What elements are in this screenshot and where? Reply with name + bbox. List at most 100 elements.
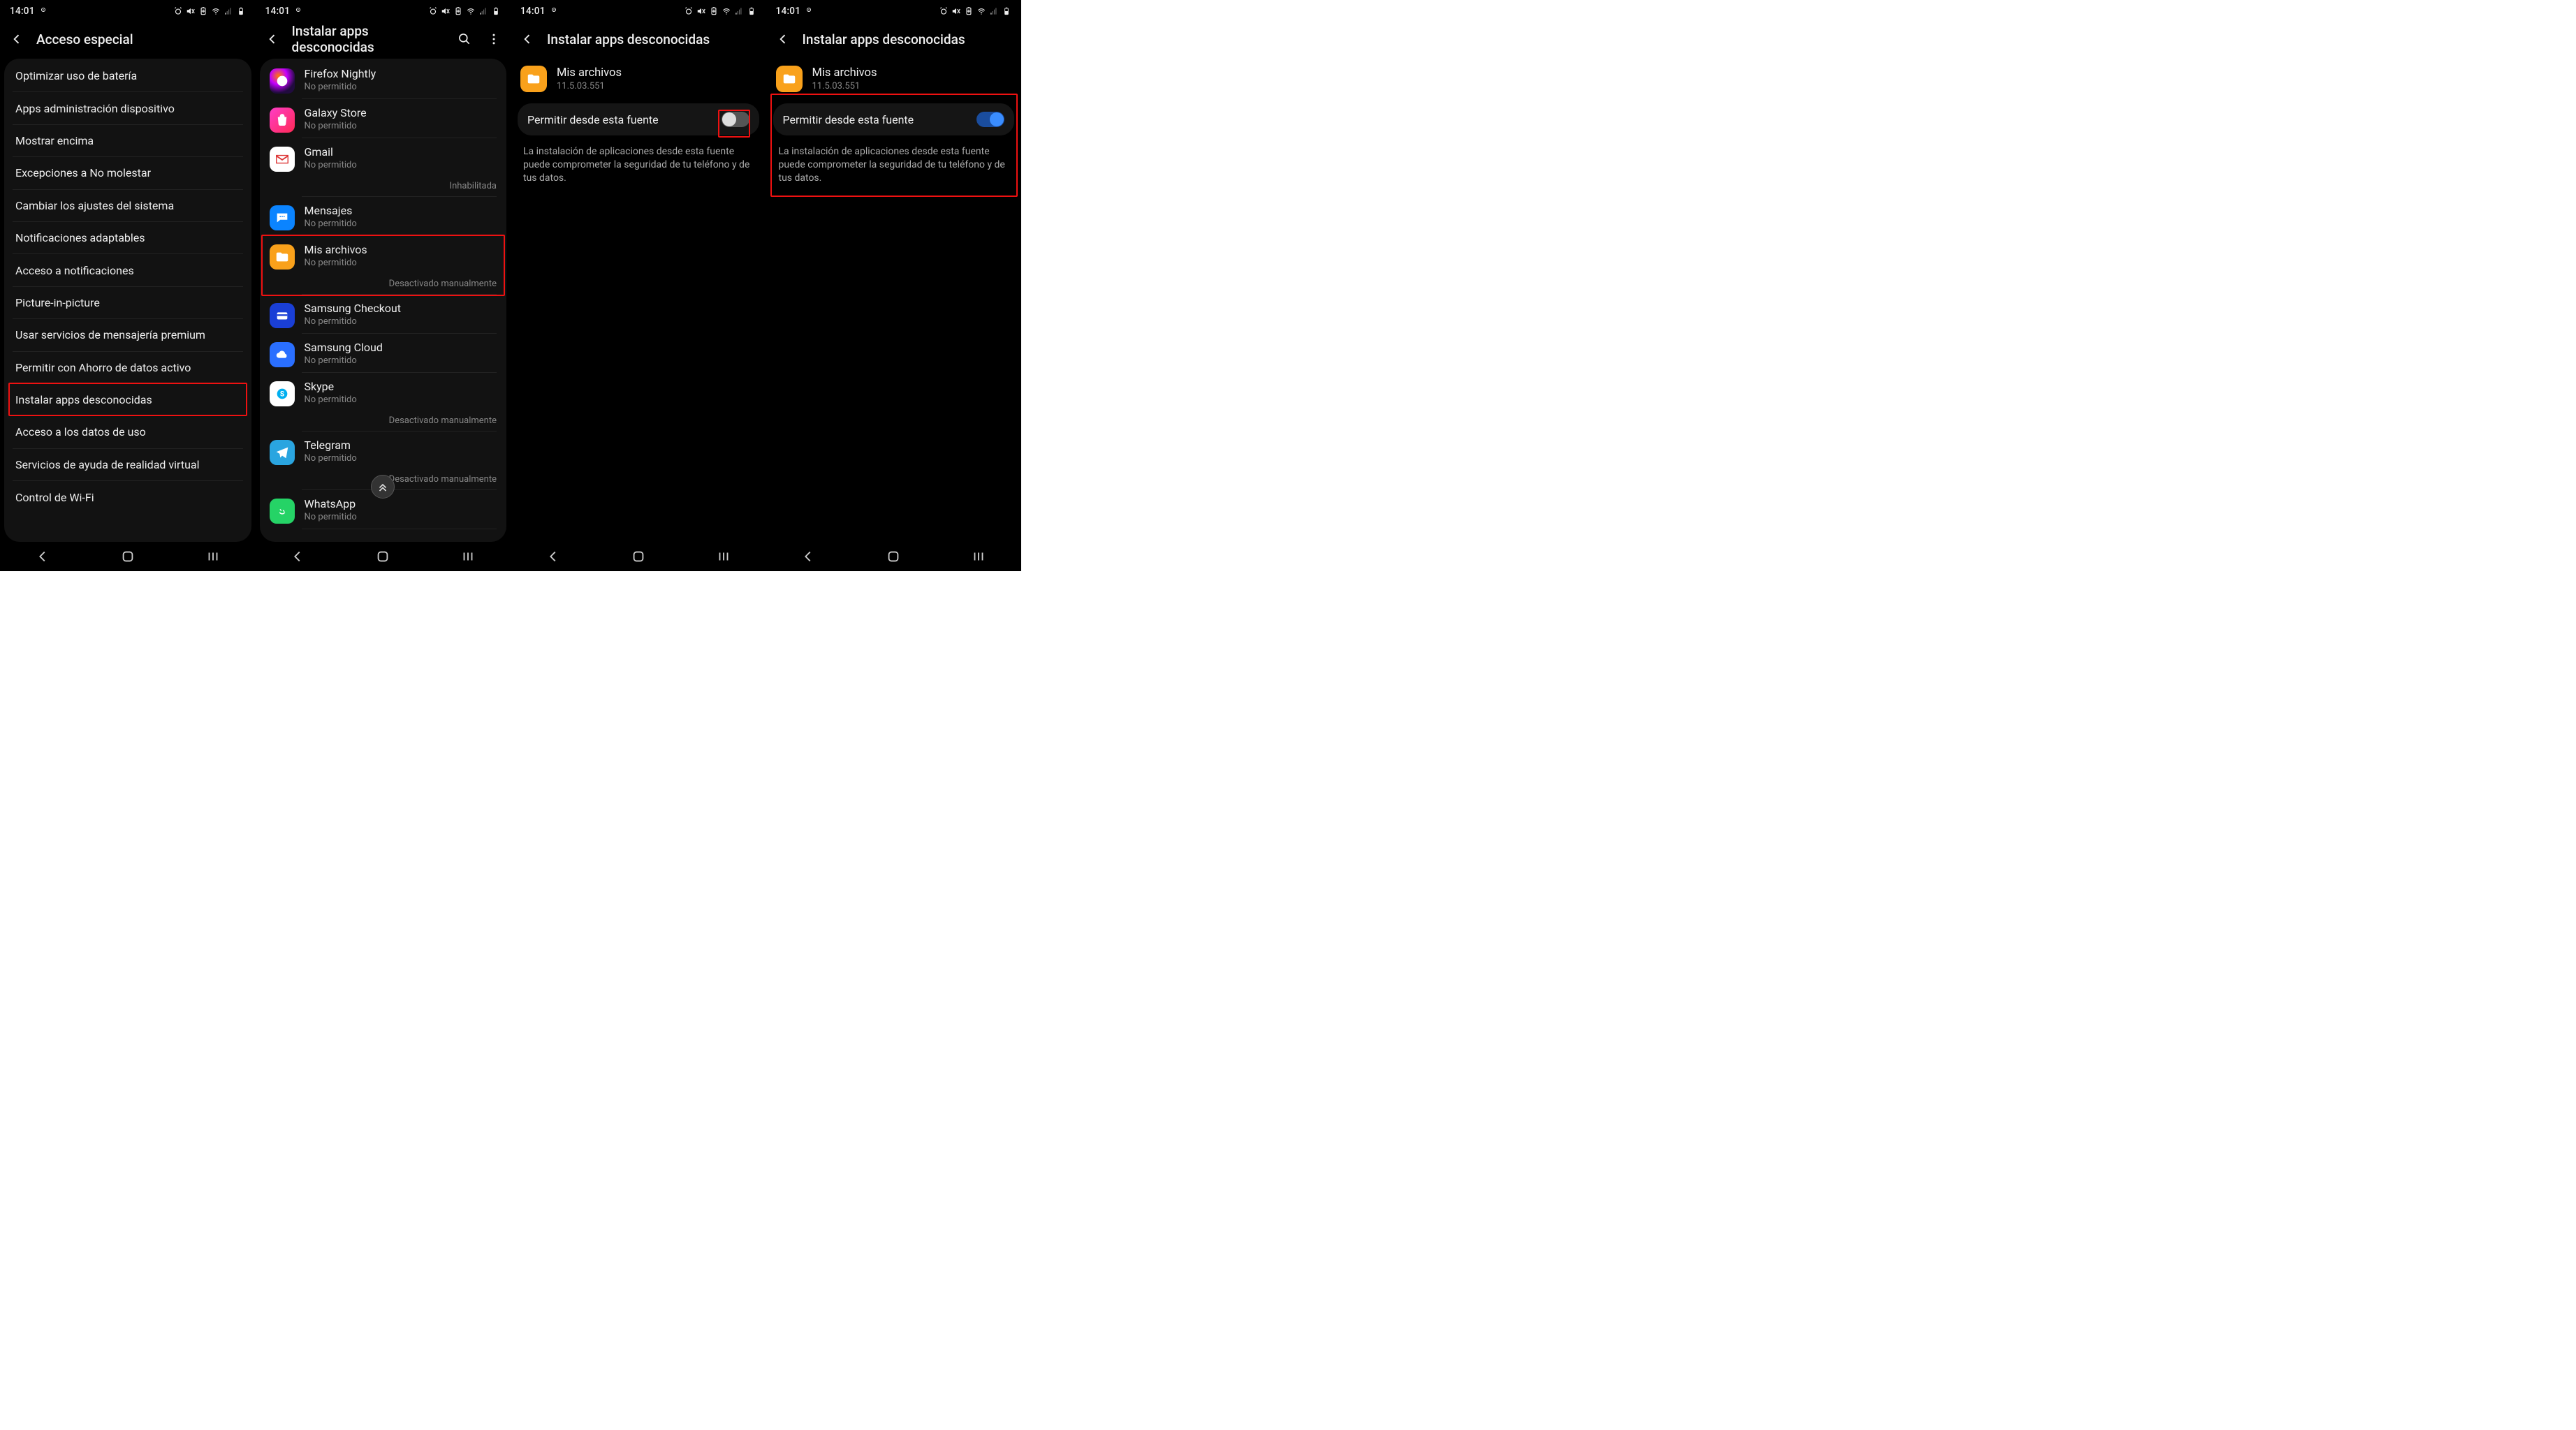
app-item[interactable]: Samsung CloudNo permitido [260, 334, 507, 373]
app-name: Mis archivos [305, 243, 497, 257]
app-permission-status: No permitido [305, 316, 497, 327]
signal-icon [734, 6, 744, 16]
settings-item[interactable]: Acceso a notificaciones [13, 254, 243, 286]
status-time: 14:01 [776, 6, 801, 17]
settings-item[interactable]: Picture-in-picture [13, 287, 243, 319]
status-icons [428, 6, 501, 16]
nav-back[interactable] [205, 549, 221, 564]
galaxy-icon [270, 108, 295, 133]
signal-icon [478, 6, 488, 16]
nav-home[interactable] [120, 549, 136, 564]
files-icon [776, 66, 803, 92]
app-permission-status: No permitido [305, 453, 497, 464]
nav-back[interactable] [460, 549, 476, 564]
app-item[interactable]: Mis archivosNo permitidoDesactivado manu… [260, 236, 507, 295]
battery-saver-icon [709, 6, 719, 16]
app-extra-status: Desactivado manualmente [305, 474, 497, 485]
settings-item[interactable]: Apps administración dispositivo [13, 92, 243, 124]
nav-bar [0, 542, 256, 571]
nav-recents[interactable] [290, 549, 305, 564]
settings-item[interactable]: Optimizar uso de batería [13, 60, 243, 92]
back-button[interactable] [776, 32, 790, 46]
allow-toggle-row[interactable]: Permitir desde esta fuente [773, 103, 1015, 135]
wifi-icon [976, 6, 986, 16]
app-name: Gmail [305, 145, 497, 159]
page-title: Acceso especial [36, 31, 246, 47]
nav-back[interactable] [971, 549, 986, 564]
signal-icon [989, 6, 999, 16]
settings-item[interactable]: Mostrar encima [13, 125, 243, 157]
nav-recents[interactable] [35, 549, 50, 564]
app-item[interactable]: Samsung CheckoutNo permitido [260, 295, 507, 334]
settings-item[interactable]: Instalar apps desconocidas [13, 384, 243, 416]
status-icons [684, 6, 756, 16]
app-version: 11.5.03.551 [812, 81, 877, 91]
app-name: Samsung Checkout [305, 302, 497, 316]
detail-body: Mis archivos 11.5.03.551 Permitir desde … [511, 56, 766, 185]
battery-saver-icon [964, 6, 974, 16]
header: Instalar apps desconocidas [511, 22, 766, 56]
mute-icon [696, 6, 706, 16]
back-button[interactable] [265, 32, 279, 46]
firefox-icon [270, 68, 295, 94]
app-header: Mis archivos 11.5.03.551 [511, 61, 766, 98]
settings-item[interactable]: Permitir con Ahorro de datos activo [13, 352, 243, 384]
nav-bar [766, 542, 1022, 571]
toggle-label: Permitir desde esta fuente [783, 113, 914, 126]
page-title: Instalar apps desconocidas [292, 23, 446, 55]
mute-icon [186, 6, 196, 16]
wifi-icon [211, 6, 221, 16]
status-bar: 14:01 [0, 0, 256, 22]
status-bar: 14:01 [766, 0, 1022, 22]
back-button[interactable] [520, 32, 534, 46]
nav-recents[interactable] [800, 549, 816, 564]
page-title: Instalar apps desconocidas [803, 31, 1012, 47]
settings-item[interactable]: Control de Wi-Fi [13, 481, 243, 513]
nav-home[interactable] [631, 549, 646, 564]
location-icon [39, 6, 47, 17]
app-permission-status: No permitido [305, 121, 497, 132]
app-item[interactable]: MensajesNo permitido [260, 197, 507, 236]
app-extra-status: Inhabilitada [305, 181, 497, 191]
toggle-label: Permitir desde esta fuente [527, 113, 659, 126]
settings-item[interactable]: Acceso a los datos de uso [13, 416, 243, 448]
nav-home[interactable] [375, 549, 390, 564]
cloud-icon [270, 342, 295, 367]
telegram-icon [270, 440, 295, 465]
app-list-card: Firefox NightlyNo permitidoGalaxy StoreN… [260, 59, 507, 542]
app-permission-status: No permitido [305, 82, 497, 93]
whatsapp-icon [270, 499, 295, 524]
settings-item[interactable]: Cambiar los ajustes del sistema [13, 190, 243, 222]
nav-recents[interactable] [546, 549, 561, 564]
settings-item[interactable]: Usar servicios de mensajería premium [13, 319, 243, 351]
allow-toggle-row[interactable]: Permitir desde esta fuente [518, 103, 759, 135]
settings-item[interactable]: Notificaciones adaptables [13, 222, 243, 254]
app-name: Telegram [305, 438, 497, 452]
app-item[interactable]: GmailNo permitidoInhabilitada [260, 138, 507, 197]
more-icon[interactable] [487, 32, 501, 46]
app-item[interactable]: Firefox NightlyNo permitido [260, 60, 507, 99]
header: Acceso especial [0, 22, 256, 56]
mute-icon [951, 6, 961, 16]
app-name: Galaxy Store [305, 106, 497, 120]
search-icon[interactable] [458, 32, 471, 46]
scroll-top-button[interactable] [371, 475, 395, 499]
toggle-switch[interactable] [976, 112, 1004, 127]
app-item[interactable]: SSkypeNo permitidoDesactivado manualment… [260, 373, 507, 432]
nav-back[interactable] [716, 549, 731, 564]
back-button[interactable] [10, 32, 24, 46]
nav-home[interactable] [886, 549, 901, 564]
settings-item[interactable]: Servicios de ayuda de realidad virtual [13, 449, 243, 481]
app-permission-status: No permitido [305, 219, 497, 230]
status-icons [173, 6, 246, 16]
panel-acceso-especial: 14:01 Acceso especial Optimizar uso de b… [0, 0, 256, 571]
location-icon [550, 6, 558, 17]
settings-item[interactable]: Excepciones a No molestar [13, 157, 243, 189]
messages-icon [270, 205, 295, 230]
location-icon [805, 6, 813, 17]
wifi-icon [466, 6, 476, 16]
app-item[interactable]: Galaxy StoreNo permitido [260, 99, 507, 138]
battery-icon [747, 6, 756, 16]
mute-icon [441, 6, 451, 16]
toggle-switch[interactable] [722, 112, 749, 127]
